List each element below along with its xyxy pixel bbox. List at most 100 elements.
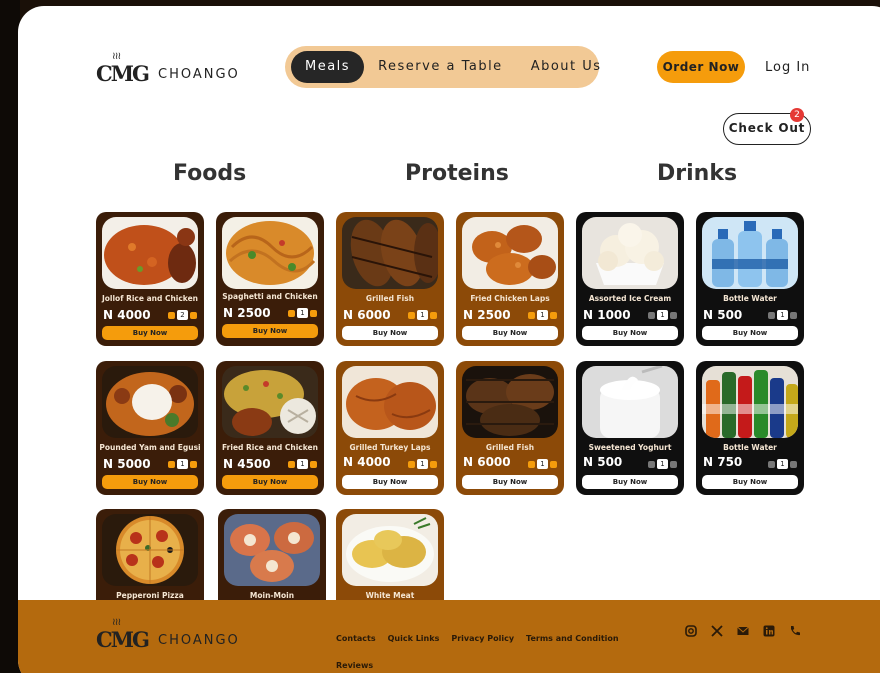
footer-link-contacts[interactable]: Contacts <box>336 634 376 643</box>
buy-now-button[interactable]: Buy Now <box>462 475 558 489</box>
brand-logo[interactable]: ≀≀≀ CMG CHOANGO <box>96 51 240 88</box>
quantity-stepper: 1 <box>408 459 437 469</box>
product-name: Grilled Fish <box>365 294 415 303</box>
decrease-button[interactable] <box>288 460 295 468</box>
product-card: Bottle Water N 750 1 Buy Now <box>696 361 804 495</box>
product-image <box>102 366 198 438</box>
decrease-button[interactable] <box>648 460 655 468</box>
increase-button[interactable] <box>550 460 557 468</box>
main-nav: Meals Reserve a Table About Us <box>285 46 600 88</box>
decrease-button[interactable] <box>168 311 175 319</box>
increase-button[interactable] <box>550 311 557 319</box>
product-name: Pounded Yam and Egusi <box>99 443 201 452</box>
login-link[interactable]: Log In <box>765 60 810 75</box>
product-card: Jollof Rice and Chicken N 4000 2 Buy Now <box>96 212 204 346</box>
increase-button[interactable] <box>310 460 317 468</box>
quantity-stepper: 2 <box>168 310 197 320</box>
footer-link-privacy[interactable]: Privacy Policy <box>451 634 514 643</box>
buy-now-button[interactable]: Buy Now <box>102 475 198 489</box>
quantity-stepper: 1 <box>648 459 677 469</box>
product-image <box>102 514 198 586</box>
decrease-button[interactable] <box>768 311 775 319</box>
buy-now-button[interactable]: Buy Now <box>222 324 318 338</box>
buy-now-button[interactable]: Buy Now <box>582 326 678 340</box>
product-price: N 4500 <box>223 457 271 471</box>
decrease-button[interactable] <box>288 309 295 317</box>
phone-icon[interactable] <box>788 624 802 638</box>
buy-now-button[interactable]: Buy Now <box>342 475 438 489</box>
buy-now-button[interactable]: Buy Now <box>342 326 438 340</box>
product-price: N 6000 <box>463 455 511 469</box>
quantity-stepper: 1 <box>528 459 557 469</box>
mail-icon[interactable] <box>736 624 750 638</box>
decrease-button[interactable] <box>768 460 775 468</box>
quantity-stepper: 1 <box>768 310 797 320</box>
decrease-button[interactable] <box>168 460 175 468</box>
product-name: Pepperoni Pizza <box>116 591 184 600</box>
order-now-button[interactable]: Order Now <box>657 51 745 83</box>
increase-button[interactable] <box>670 311 677 319</box>
social-links <box>684 624 802 638</box>
increase-button[interactable] <box>790 460 797 468</box>
quantity-stepper: 1 <box>288 308 317 318</box>
decrease-button[interactable] <box>648 311 655 319</box>
increase-button[interactable] <box>430 311 437 319</box>
product-name: Bottle Water <box>723 443 777 452</box>
product-card: Sweetened Yoghurt N 500 1 Buy Now <box>576 361 684 495</box>
product-card: Grilled Fish N 6000 1 Buy Now <box>456 361 564 495</box>
quantity-value: 2 <box>177 310 188 320</box>
x-icon[interactable] <box>710 624 724 638</box>
product-price: N 2500 <box>223 306 271 320</box>
linkedin-icon[interactable] <box>762 624 776 638</box>
product-name: Spaghetti and Chicken <box>222 292 318 301</box>
quantity-value: 1 <box>417 459 428 469</box>
increase-button[interactable] <box>790 311 797 319</box>
brand-name: CHOANGO <box>158 632 240 648</box>
buy-now-button[interactable]: Buy Now <box>582 475 678 489</box>
buy-now-button[interactable]: Buy Now <box>222 475 318 489</box>
product-card: Fried Rice and Chicken N 4500 1 Buy Now <box>216 361 324 495</box>
product-image <box>702 217 798 289</box>
increase-button[interactable] <box>190 311 197 319</box>
decrease-button[interactable] <box>408 460 415 468</box>
footer-link-reviews[interactable]: Reviews <box>336 661 373 670</box>
product-image <box>462 366 558 438</box>
decrease-button[interactable] <box>528 311 535 319</box>
increase-button[interactable] <box>670 460 677 468</box>
product-image <box>702 366 798 438</box>
app-window: ≀≀≀ CMG CHOANGO Meals Reserve a Table Ab… <box>18 6 880 673</box>
product-image <box>582 217 678 289</box>
buy-now-button[interactable]: Buy Now <box>702 475 798 489</box>
product-name: Fried Rice and Chicken <box>222 443 318 452</box>
buy-now-button[interactable]: Buy Now <box>702 326 798 340</box>
product-price: N 1000 <box>583 308 631 322</box>
nav-item-reserve[interactable]: Reserve a Table <box>364 51 517 83</box>
product-name: Grilled Turkey Laps <box>349 443 431 452</box>
footer-logo[interactable]: ≀≀≀ CMG CHOANGO <box>96 617 240 654</box>
product-image <box>582 366 678 438</box>
footer-link-terms[interactable]: Terms and Condition <box>526 634 619 643</box>
buy-now-button[interactable]: Buy Now <box>462 326 558 340</box>
increase-button[interactable] <box>190 460 197 468</box>
category-foods: Foods <box>173 161 247 186</box>
product-image <box>342 514 438 586</box>
nav-item-about[interactable]: About Us <box>517 51 616 83</box>
quantity-value: 1 <box>537 310 548 320</box>
decrease-button[interactable] <box>408 311 415 319</box>
increase-button[interactable] <box>310 309 317 317</box>
quantity-value: 1 <box>417 310 428 320</box>
product-card: Fried Chicken Laps N 2500 1 Buy Now <box>456 212 564 346</box>
product-image <box>102 217 198 289</box>
increase-button[interactable] <box>430 460 437 468</box>
product-price: N 4000 <box>103 308 151 322</box>
product-card: Assorted Ice Cream N 1000 1 Buy Now <box>576 212 684 346</box>
decrease-button[interactable] <box>528 460 535 468</box>
footer-link-quick-links[interactable]: Quick Links <box>388 634 440 643</box>
buy-now-button[interactable]: Buy Now <box>102 326 198 340</box>
quantity-value: 1 <box>657 459 668 469</box>
quantity-value: 1 <box>297 459 308 469</box>
instagram-icon[interactable] <box>684 624 698 638</box>
category-proteins: Proteins <box>405 161 509 186</box>
nav-item-meals[interactable]: Meals <box>291 51 365 83</box>
product-name: White Meat <box>365 591 415 600</box>
